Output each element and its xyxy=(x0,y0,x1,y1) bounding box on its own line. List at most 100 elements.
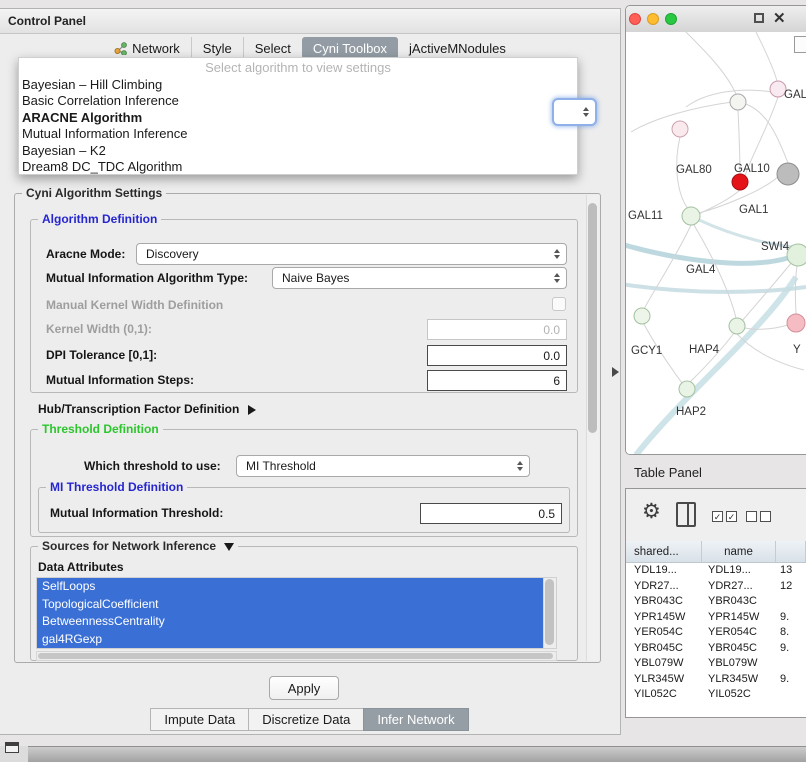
tab-infer-network[interactable]: Infer Network xyxy=(363,708,468,731)
control-panel-tab-bar: Network Style Select Cyni Toolbox jActiv… xyxy=(0,37,620,59)
table-panel-title: Table Panel xyxy=(634,465,702,480)
tab-cyni-toolbox[interactable]: Cyni Toolbox xyxy=(302,37,398,59)
close-icon[interactable]: ✕ xyxy=(773,9,786,29)
tab-impute-data[interactable]: Impute Data xyxy=(150,708,249,731)
network-node[interactable] xyxy=(679,381,695,397)
network-node[interactable] xyxy=(777,163,799,185)
algorithm-option[interactable]: Dream8 DC_TDC Algorithm xyxy=(19,159,577,176)
deselect-all-icon[interactable] xyxy=(746,511,771,522)
network-node[interactable] xyxy=(672,121,688,137)
column-selector-icon[interactable] xyxy=(676,502,696,527)
table-row[interactable]: YBR045CYBR045C9. xyxy=(626,641,806,657)
table-row[interactable]: YDR27...YDR27...12 xyxy=(626,579,806,595)
algorithm-option-selected[interactable]: ARACNE Algorithm xyxy=(19,110,577,127)
table-row[interactable]: YBL079WYBL079W xyxy=(626,656,806,672)
table-row[interactable]: YIL052CYIL052C xyxy=(626,687,806,703)
network-node-label: HAP2 xyxy=(676,406,706,418)
mi-algorithm-type-combobox[interactable]: Naive Bayes xyxy=(272,267,567,289)
network-node-label: SWI4 xyxy=(761,241,790,253)
manual-kernel-width-label: Manual Kernel Width Definition xyxy=(46,297,223,313)
expander-down-icon xyxy=(224,543,234,551)
gear-icon[interactable]: ⚙ xyxy=(642,499,661,524)
tab-jactivemnodules[interactable]: jActiveMNodules xyxy=(398,37,517,59)
list-item-selected[interactable]: SelfLoops xyxy=(37,578,544,596)
mi-steps-label: Mutual Information Steps: xyxy=(46,370,194,391)
table-row[interactable]: YPR145WYPR145W9. xyxy=(626,610,806,626)
apply-button[interactable]: Apply xyxy=(269,676,339,700)
network-node-label: Y xyxy=(793,344,801,356)
network-node[interactable] xyxy=(787,314,805,332)
tab-style[interactable]: Style xyxy=(191,37,243,59)
aracne-mode-combobox[interactable]: Discovery xyxy=(136,243,567,265)
column-header-name[interactable]: name xyxy=(702,541,776,562)
cell: YBR043C xyxy=(626,594,702,610)
list-item-selected[interactable]: TopologicalCoefficient xyxy=(37,596,544,614)
network-overview-toggle[interactable] xyxy=(794,36,806,53)
network-node[interactable] xyxy=(730,94,746,110)
algorithm-option[interactable]: Mutual Information Inference xyxy=(19,126,577,143)
cell: YDL19... xyxy=(626,563,702,579)
network-node[interactable] xyxy=(634,308,650,324)
mi-threshold-group-title: MI Threshold Definition xyxy=(46,480,187,494)
attribute-list-scrollbar[interactable] xyxy=(543,578,556,648)
table-row[interactable]: YLR345WYLR345W9. xyxy=(626,672,806,688)
hub-definition-label: Hub/Transcription Factor Definition xyxy=(38,402,239,416)
float-window-icon[interactable] xyxy=(754,13,764,23)
network-node-label: GAL10 xyxy=(734,163,770,175)
cell: YBR045C xyxy=(626,641,702,657)
network-window-titlebar[interactable]: ✕ xyxy=(626,6,806,33)
tab-network-label: Network xyxy=(132,41,180,56)
network-node-label: GAL80 xyxy=(676,164,712,176)
attribute-list-hscrollbar-thumb[interactable] xyxy=(38,653,553,659)
network-edge xyxy=(699,220,806,248)
mi-threshold-field[interactable]: 0.5 xyxy=(420,503,562,524)
algorithm-combobox-fragment[interactable] xyxy=(552,98,597,126)
table-row[interactable]: YER054CYER054C8. xyxy=(626,625,806,641)
select-all-icon[interactable]: ✓ ✓ xyxy=(712,511,737,522)
network-node-label: GAL4 xyxy=(686,264,716,276)
sources-title: Sources for Network Inference xyxy=(42,539,216,553)
algorithm-option[interactable]: Basic Correlation Inference xyxy=(19,93,577,110)
network-edge xyxy=(795,266,797,315)
sources-expander[interactable]: Sources for Network Inference xyxy=(38,539,238,553)
kernel-width-field[interactable]: 0.0 xyxy=(427,319,567,340)
network-canvas[interactable]: GAL80 GAL10 GAL11 GAL1 SWI4 GAL4 GCY1 HA… xyxy=(626,32,806,455)
settings-scrollbar-thumb[interactable] xyxy=(588,203,597,433)
list-item-selected[interactable]: gal4RGexp xyxy=(37,631,544,649)
traffic-light-zoom[interactable] xyxy=(665,13,677,25)
settings-scrollbar[interactable] xyxy=(586,195,599,661)
network-node-red[interactable] xyxy=(732,174,748,190)
tab-network[interactable]: Network xyxy=(103,37,191,59)
table-row[interactable]: YDL19...YDL19...13 xyxy=(626,563,806,579)
hub-definition-expander[interactable]: Hub/Transcription Factor Definition xyxy=(38,401,256,417)
network-node[interactable] xyxy=(729,318,745,334)
dpi-tolerance-field[interactable]: 0.0 xyxy=(427,345,567,366)
algorithm-option[interactable]: Bayesian – K2 xyxy=(19,143,577,160)
tab-discretize-data[interactable]: Discretize Data xyxy=(248,708,364,731)
cell: YDR27... xyxy=(702,579,776,595)
traffic-light-minimize[interactable] xyxy=(647,13,659,25)
list-item-selected[interactable]: BetweennessCentrality xyxy=(37,613,544,631)
traffic-light-close[interactable] xyxy=(629,13,641,25)
minimized-window-icon-header xyxy=(6,743,18,746)
algorithm-definition-title: Algorithm Definition xyxy=(38,212,161,226)
panel-divider-grip[interactable] xyxy=(612,367,619,377)
which-threshold-combobox[interactable]: MI Threshold xyxy=(236,455,530,477)
column-header-shared-name[interactable]: shared... xyxy=(626,541,702,562)
mi-steps-field[interactable]: 6 xyxy=(427,370,567,391)
kernel-width-value: 0.0 xyxy=(543,323,560,337)
algorithm-option[interactable]: Bayesian – Hill Climbing xyxy=(19,77,577,94)
network-node[interactable] xyxy=(787,244,806,266)
kernel-width-label: Kernel Width (0,1): xyxy=(46,319,152,340)
minimized-window-icon[interactable] xyxy=(5,742,19,753)
cell: 9. xyxy=(776,641,806,657)
manual-kernel-width-checkbox[interactable] xyxy=(552,297,566,311)
tab-select-label: Select xyxy=(255,41,291,56)
combobox-stepper-icon xyxy=(517,461,523,471)
column-header-cut[interactable] xyxy=(776,541,806,562)
attribute-list-hscrollbar[interactable] xyxy=(36,651,557,661)
attribute-list-scrollbar-thumb[interactable] xyxy=(545,579,554,645)
table-row[interactable]: YBR043CYBR043C xyxy=(626,594,806,610)
tab-select[interactable]: Select xyxy=(243,37,302,59)
network-node[interactable] xyxy=(682,207,700,225)
